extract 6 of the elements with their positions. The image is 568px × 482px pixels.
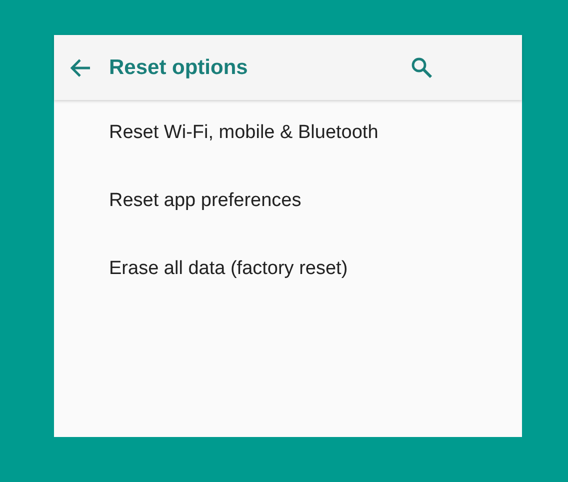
menu-item[interactable]: Reset app preferences <box>109 186 302 216</box>
back-arrow-icon[interactable] <box>69 58 91 78</box>
screen-title: Reset options <box>109 56 249 80</box>
menu-item[interactable]: Reset Wi-Fi, mobile & Bluetooth <box>109 118 378 148</box>
menu-item[interactable]: Erase all data (factory reset) <box>109 254 348 284</box>
search-icon[interactable] <box>411 56 433 78</box>
